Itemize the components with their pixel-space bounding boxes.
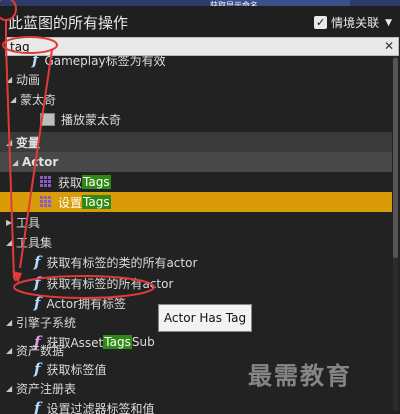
watermark: 最需教育 — [248, 362, 352, 390]
function-icon: f — [34, 274, 41, 292]
category-variables[interactable]: ◢ 变量 — [0, 132, 392, 152]
expand-arrow-icon[interactable]: ◢ — [6, 384, 14, 393]
search-highlight: Tags — [82, 175, 111, 189]
menu-header: 此蓝图的所有操作 ✓ 情境关联 ▼ — [0, 6, 400, 36]
tooltip: Actor Has Tag — [158, 304, 252, 332]
clear-search-icon[interactable]: ✕ — [384, 38, 394, 55]
category-utilities[interactable]: ◢ 工具集 — [0, 232, 392, 252]
list-item-get-all-actors-with-tag[interactable]: f 获取有标签的所有actor — [0, 273, 392, 293]
expand-arrow-icon[interactable]: ◢ — [6, 346, 14, 355]
search-input[interactable] — [6, 38, 370, 55]
action-menu: 此蓝图的所有操作 ✓ 情境关联 ▼ ✕ f Gameplay标签为有效 ◢ 动画… — [0, 6, 400, 414]
list-item-get-all-actors-of-class-with-tag[interactable]: f 获取有标签的类的所有actor — [0, 252, 392, 272]
function-icon: f — [32, 56, 39, 69]
category-animation[interactable]: ◢ 动画 — [0, 69, 392, 89]
context-sensitive-toggle[interactable]: ✓ 情境关联 ▼ — [314, 14, 392, 31]
function-icon: f — [34, 360, 41, 378]
expand-arrow-icon[interactable]: ◢ — [12, 158, 20, 167]
category-montage[interactable]: ◢ 蒙太奇 — [0, 89, 392, 109]
expand-arrow-icon[interactable]: ◢ — [6, 138, 14, 147]
category-tools[interactable]: ▶ 工具 — [0, 212, 392, 232]
array-variable-icon — [40, 176, 52, 188]
scrollbar-thumb[interactable] — [393, 58, 398, 258]
menu-title: 此蓝图的所有操作 — [8, 14, 129, 32]
search-box[interactable]: ✕ — [5, 37, 399, 56]
list-item-set-tags-selected[interactable]: 设置 Tags — [0, 192, 392, 212]
expand-arrow-icon[interactable]: ◢ — [6, 238, 14, 247]
function-icon: f — [34, 253, 41, 271]
list-item-play-montage[interactable]: 播放蒙太奇 — [0, 109, 392, 129]
list-item-get-tags[interactable]: 获取 Tags — [0, 172, 392, 192]
montage-node-icon — [40, 112, 55, 126]
context-sensitive-label: 情境关联 — [331, 16, 380, 30]
search-highlight: Tags — [82, 195, 111, 209]
checkbox-checked-icon[interactable]: ✓ — [314, 16, 328, 29]
category-actor[interactable]: ◢ Actor — [0, 152, 392, 172]
function-icon: f — [34, 399, 41, 414]
expand-arrow-icon[interactable]: ◢ — [6, 75, 14, 84]
array-variable-icon — [40, 196, 52, 208]
list-item-set-filter-tag-value[interactable]: f 设置过滤器标签和值 — [0, 398, 392, 414]
expand-arrow-icon[interactable]: ◢ — [10, 95, 18, 104]
expand-arrow-icon[interactable]: ◢ — [6, 318, 14, 327]
scrollbar[interactable] — [393, 56, 398, 411]
list-item[interactable]: f Gameplay标签为有效 — [0, 56, 392, 70]
collapsed-arrow-icon[interactable]: ▶ — [6, 218, 14, 227]
function-icon: f — [34, 294, 41, 312]
chevron-down-icon[interactable]: ▼ — [385, 18, 392, 28]
